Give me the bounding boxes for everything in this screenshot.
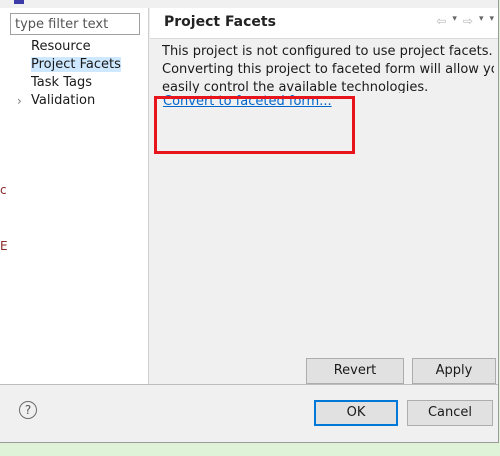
properties-page: Project Facets ⇦ ▾ ⇨ ▾ ▾ This project is… bbox=[150, 8, 498, 384]
chevron-right-icon[interactable]: › bbox=[17, 92, 22, 110]
edge-fragment: c bbox=[0, 183, 7, 197]
tree-item-label: Task Tags bbox=[31, 75, 92, 90]
left-pane: Resource Project Facets Task Tags › Vali… bbox=[0, 8, 149, 384]
facets-description: This project is not configured to use pr… bbox=[162, 43, 494, 93]
filter-input[interactable] bbox=[10, 13, 140, 35]
app-icon bbox=[14, 0, 24, 4]
dialog-footer: ? OK Cancel bbox=[0, 385, 498, 442]
tree-item-project-facets[interactable]: Project Facets bbox=[0, 56, 148, 74]
convert-to-faceted-form-link[interactable]: Convert to faceted form... bbox=[163, 94, 332, 109]
properties-dialog: Resource Project Facets Task Tags › Vali… bbox=[0, 0, 499, 443]
tree-item-label: Project Facets bbox=[31, 57, 121, 72]
forward-menu-icon[interactable]: ▾ bbox=[479, 14, 484, 28]
page-header: Project Facets ⇦ ▾ ⇨ ▾ ▾ bbox=[150, 8, 498, 39]
page-navigation: ⇦ ▾ ⇨ ▾ ▾ bbox=[436, 14, 494, 28]
back-arrow-icon[interactable]: ⇦ bbox=[436, 14, 446, 28]
tree-item-resource[interactable]: Resource bbox=[0, 38, 148, 56]
description-line: Converting this project to faceted form … bbox=[162, 62, 494, 77]
tree-item-label: Resource bbox=[31, 39, 91, 54]
apply-button[interactable]: Apply bbox=[412, 358, 496, 384]
cancel-button[interactable]: Cancel bbox=[407, 400, 493, 426]
revert-button[interactable]: Revert bbox=[306, 358, 404, 384]
view-menu-icon[interactable]: ▾ bbox=[489, 14, 494, 28]
description-line: easily control the available technologie… bbox=[162, 80, 429, 93]
back-menu-icon[interactable]: ▾ bbox=[452, 14, 457, 28]
category-tree: Resource Project Facets Task Tags › Vali… bbox=[0, 38, 148, 110]
forward-arrow-icon[interactable]: ⇨ bbox=[463, 14, 473, 28]
description-line: This project is not configured to use pr… bbox=[162, 44, 493, 59]
title-bar bbox=[0, 0, 498, 6]
help-icon[interactable]: ? bbox=[19, 401, 37, 419]
ok-button[interactable]: OK bbox=[314, 400, 398, 426]
tree-item-label: Validation bbox=[31, 93, 96, 108]
page-title: Project Facets bbox=[164, 14, 276, 30]
tree-item-validation[interactable]: › Validation bbox=[0, 92, 148, 110]
tree-item-task-tags[interactable]: Task Tags bbox=[0, 74, 148, 92]
edge-fragment: E bbox=[0, 239, 8, 253]
